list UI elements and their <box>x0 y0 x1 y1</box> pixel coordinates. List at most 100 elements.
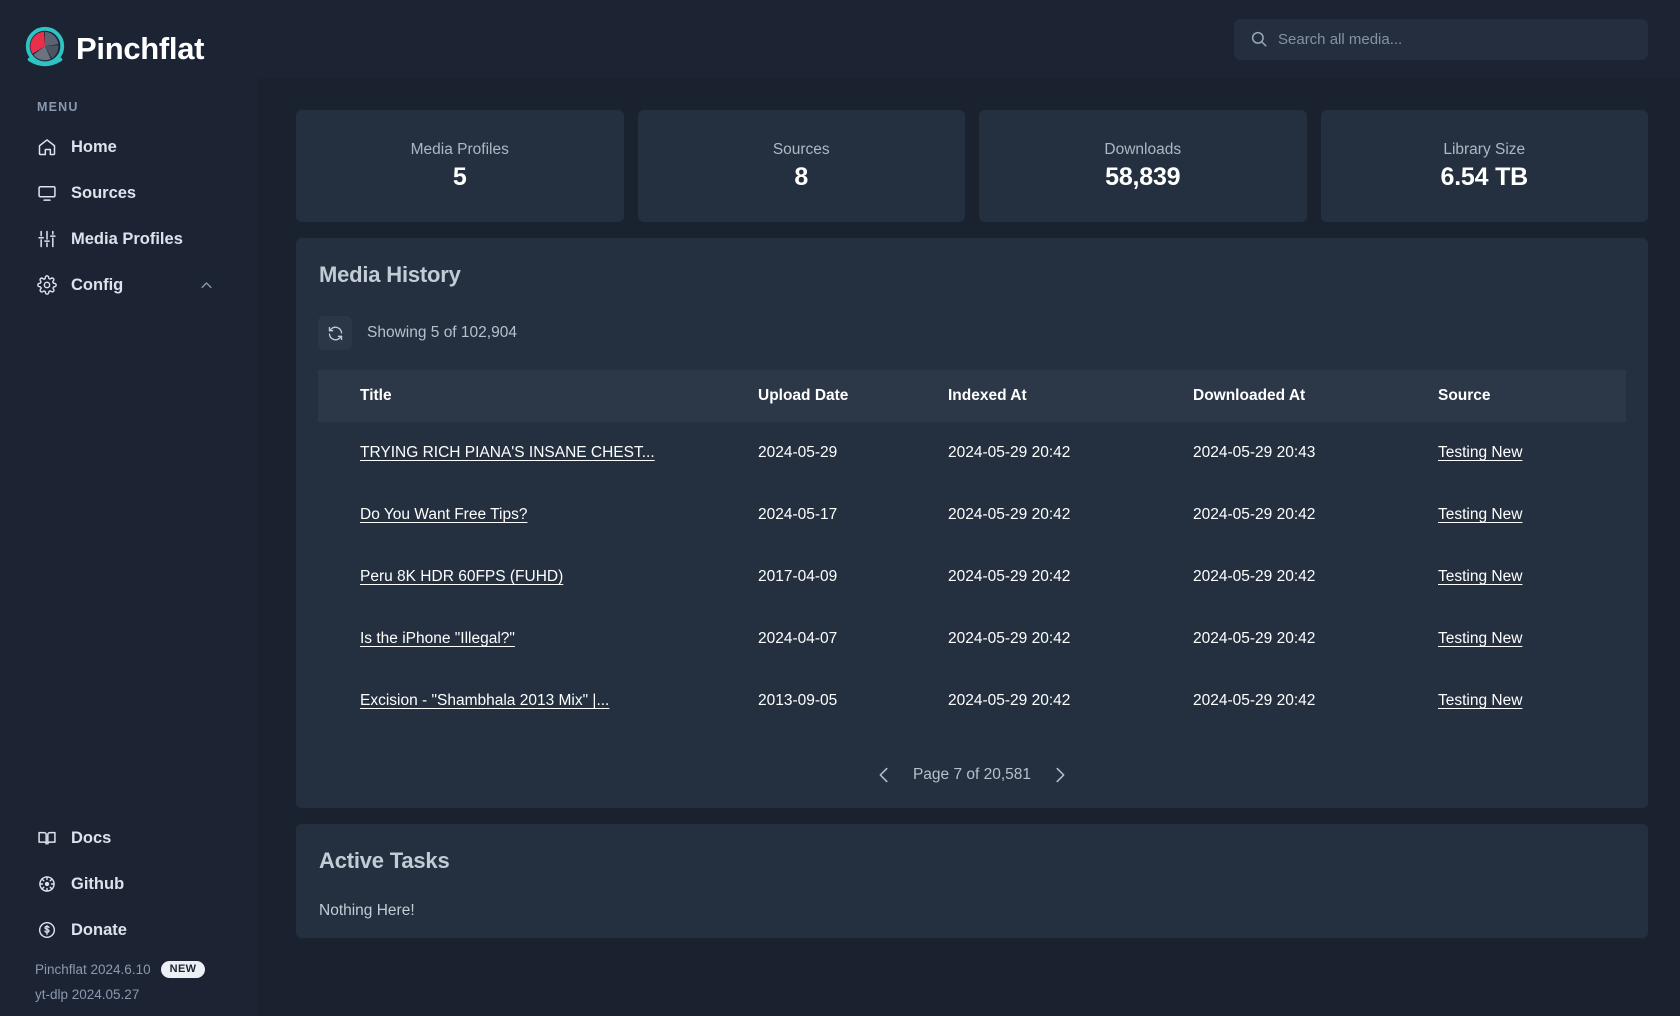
search-wrapper <box>1234 19 1648 60</box>
sidebar-item-donate[interactable]: Donate <box>0 907 258 953</box>
sidebar: Pinchflat MENU Home Sources Media Profil… <box>0 0 258 1016</box>
cell-source: Testing New <box>1438 484 1626 546</box>
github-icon <box>37 874 57 894</box>
active-tasks-title: Active Tasks <box>318 848 1626 874</box>
media-title-link[interactable]: Do You Want Free Tips? <box>360 506 527 523</box>
showing-text: Showing 5 of 102,904 <box>367 324 517 342</box>
column-header-source[interactable]: Source <box>1438 370 1626 422</box>
monitor-icon <box>37 183 57 203</box>
table-row: Do You Want Free Tips? 2024-05-17 2024-0… <box>318 484 1626 546</box>
pinchflat-logo-icon <box>22 25 68 71</box>
sidebar-item-github[interactable]: Github <box>0 861 258 907</box>
sidebar-item-label: Config <box>71 276 123 295</box>
sidebar-item-label: Sources <box>71 184 136 203</box>
cell-indexed-at: 2024-05-29 20:42 <box>948 670 1193 732</box>
showing-row: Showing 5 of 102,904 <box>318 316 1626 350</box>
cell-upload-date: 2024-04-07 <box>758 608 948 670</box>
media-history-panel: Media History Showing 5 of 102,904 <box>296 238 1648 808</box>
sidebar-item-config[interactable]: Config <box>0 262 258 308</box>
column-header-indexed-at[interactable]: Indexed At <box>948 370 1193 422</box>
cell-title: Excision - "Shambhala 2013 Mix" |... <box>318 670 758 732</box>
stat-card-media-profiles[interactable]: Media Profiles 5 <box>296 110 624 222</box>
stat-card-downloads[interactable]: Downloads 58,839 <box>979 110 1307 222</box>
cell-downloaded-at: 2024-05-29 20:42 <box>1193 484 1438 546</box>
sidebar-item-label: Github <box>71 875 124 894</box>
stats-row: Media Profiles 5 Sources 8 Downloads 58,… <box>296 110 1648 222</box>
active-tasks-empty-text: Nothing Here! <box>318 902 1626 920</box>
sidebar-item-media-profiles[interactable]: Media Profiles <box>0 216 258 262</box>
stat-title: Library Size <box>1443 141 1525 159</box>
table-header-row: Title Upload Date Indexed At Downloaded … <box>318 370 1626 422</box>
home-icon <box>37 137 57 157</box>
media-history-table: Title Upload Date Indexed At Downloaded … <box>318 370 1626 732</box>
active-tasks-panel: Active Tasks Nothing Here! <box>296 824 1648 938</box>
refresh-icon <box>327 325 344 342</box>
version-ytdlp-text: yt-dlp 2024.05.27 <box>35 987 139 1002</box>
stat-value: 8 <box>794 163 808 192</box>
cell-downloaded-at: 2024-05-29 20:42 <box>1193 608 1438 670</box>
media-title-link[interactable]: Peru 8K HDR 60FPS (FUHD) <box>360 568 563 585</box>
source-link[interactable]: Testing New <box>1438 630 1522 647</box>
sidebar-item-docs[interactable]: Docs <box>0 815 258 861</box>
cell-indexed-at: 2024-05-29 20:42 <box>948 608 1193 670</box>
stat-card-library-size[interactable]: Library Size 6.54 TB <box>1321 110 1649 222</box>
brand[interactable]: Pinchflat <box>0 0 258 78</box>
stat-title: Downloads <box>1104 141 1181 159</box>
cell-upload-date: 2024-05-17 <box>758 484 948 546</box>
cell-downloaded-at: 2024-05-29 20:42 <box>1193 546 1438 608</box>
media-title-link[interactable]: Is the iPhone "Illegal?" <box>360 630 515 647</box>
table-head: Title Upload Date Indexed At Downloaded … <box>318 370 1626 422</box>
brand-name: Pinchflat <box>76 33 204 64</box>
chevron-right-icon[interactable] <box>1049 764 1071 786</box>
main-area: Media Profiles 5 Sources 8 Downloads 58,… <box>258 0 1680 1016</box>
cell-downloaded-at: 2024-05-29 20:42 <box>1193 670 1438 732</box>
book-icon <box>37 828 57 848</box>
sidebar-item-label: Docs <box>71 829 111 848</box>
sliders-icon <box>37 229 57 249</box>
cell-indexed-at: 2024-05-29 20:42 <box>948 546 1193 608</box>
refresh-button[interactable] <box>318 316 352 350</box>
version-ytdlp: yt-dlp 2024.05.27 <box>0 987 258 1002</box>
source-link[interactable]: Testing New <box>1438 692 1522 709</box>
stat-value: 58,839 <box>1105 163 1180 192</box>
topbar <box>258 0 1680 78</box>
cell-source: Testing New <box>1438 546 1626 608</box>
table-row: TRYING RICH PIANA'S INSANE CHEST... 2024… <box>318 422 1626 484</box>
column-header-upload-date[interactable]: Upload Date <box>758 370 948 422</box>
search-input[interactable] <box>1234 19 1648 60</box>
media-title-link[interactable]: Excision - "Shambhala 2013 Mix" |... <box>360 692 609 709</box>
cell-source: Testing New <box>1438 422 1626 484</box>
cell-indexed-at: 2024-05-29 20:42 <box>948 484 1193 546</box>
column-header-title[interactable]: Title <box>318 370 758 422</box>
cell-source: Testing New <box>1438 608 1626 670</box>
cell-upload-date: 2017-04-09 <box>758 546 948 608</box>
table-row: Is the iPhone "Illegal?" 2024-04-07 2024… <box>318 608 1626 670</box>
chevron-left-icon[interactable] <box>873 764 895 786</box>
table-row: Excision - "Shambhala 2013 Mix" |... 201… <box>318 670 1626 732</box>
version-pinchflat-text: Pinchflat 2024.6.10 <box>35 962 151 977</box>
version-pinchflat: Pinchflat 2024.6.10 NEW <box>0 961 258 978</box>
column-header-downloaded-at[interactable]: Downloaded At <box>1193 370 1438 422</box>
content: Media Profiles 5 Sources 8 Downloads 58,… <box>258 78 1680 1016</box>
stat-title: Media Profiles <box>411 141 509 159</box>
stat-value: 5 <box>453 163 467 192</box>
media-history-title: Media History <box>318 262 1626 288</box>
sidebar-item-home[interactable]: Home <box>0 124 258 170</box>
sidebar-item-label: Home <box>71 138 117 157</box>
sidebar-item-label: Media Profiles <box>71 230 183 249</box>
stat-card-sources[interactable]: Sources 8 <box>638 110 966 222</box>
app-root: Pinchflat MENU Home Sources Media Profil… <box>0 0 1680 1016</box>
chevron-up-icon[interactable] <box>199 278 214 293</box>
source-link[interactable]: Testing New <box>1438 444 1522 461</box>
stat-value: 6.54 TB <box>1440 163 1528 192</box>
cell-upload-date: 2024-05-29 <box>758 422 948 484</box>
pagination: Page 7 of 20,581 <box>318 764 1626 786</box>
cell-indexed-at: 2024-05-29 20:42 <box>948 422 1193 484</box>
sidebar-item-sources[interactable]: Sources <box>0 170 258 216</box>
media-title-link[interactable]: TRYING RICH PIANA'S INSANE CHEST... <box>360 444 655 461</box>
source-link[interactable]: Testing New <box>1438 506 1522 523</box>
source-link[interactable]: Testing New <box>1438 568 1522 585</box>
cell-downloaded-at: 2024-05-29 20:43 <box>1193 422 1438 484</box>
sidebar-footer: Docs Github Donate Pinchflat 2024.6.10 <box>0 815 258 1016</box>
cell-title: Peru 8K HDR 60FPS (FUHD) <box>318 546 758 608</box>
